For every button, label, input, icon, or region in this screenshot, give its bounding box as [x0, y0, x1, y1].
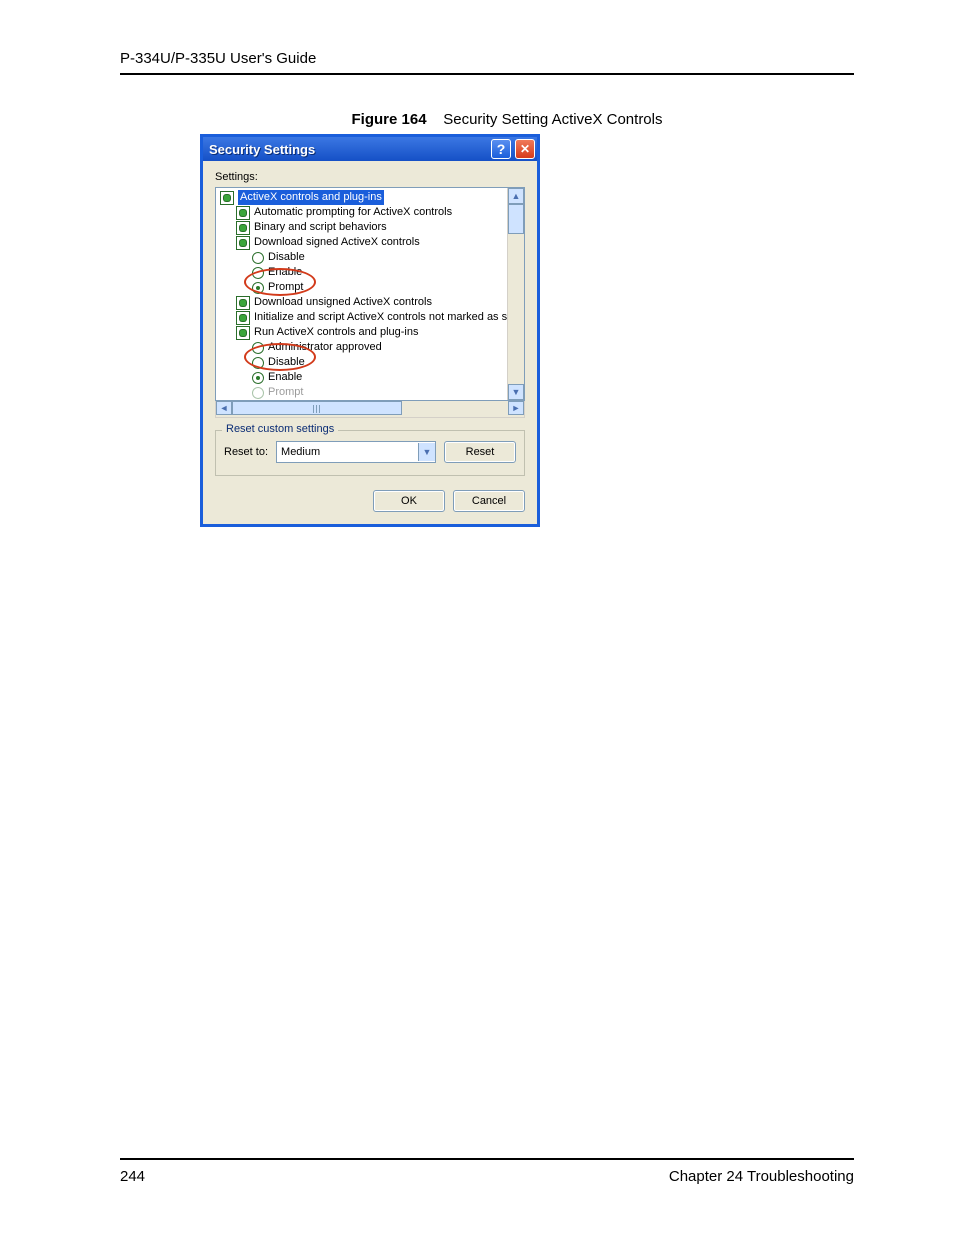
gear-icon	[236, 326, 250, 340]
reset-legend: Reset custom settings	[222, 423, 338, 435]
radio-label: Disable	[268, 355, 305, 370]
running-head: P-334U/P-335U User's Guide	[120, 50, 854, 75]
figure-label: Figure 164	[352, 111, 427, 128]
tree-root-label: ActiveX controls and plug-ins	[238, 190, 384, 205]
settings-tree[interactable]: ActiveX controls and plug-ins Automatic …	[215, 187, 525, 401]
tree-root[interactable]: ActiveX controls and plug-ins	[220, 190, 522, 205]
chapter-label: Chapter 24 Troubleshooting	[669, 1168, 854, 1185]
radio-icon	[252, 357, 264, 369]
close-icon[interactable]: ✕	[515, 139, 535, 159]
titlebar[interactable]: Security Settings ? ✕	[203, 137, 537, 161]
horizontal-scrollbar[interactable]: ◄ ►	[215, 401, 525, 418]
reset-to-label: Reset to:	[224, 446, 268, 458]
radio-icon	[252, 342, 264, 354]
radio-label: Enable	[268, 370, 302, 385]
tree-label: Download signed ActiveX controls	[254, 235, 420, 250]
tree-label: Automatic prompting for ActiveX controls	[254, 205, 452, 220]
security-settings-dialog: Security Settings ? ✕ Settings: ActiveX …	[200, 134, 540, 527]
vertical-scrollbar[interactable]: ▲ ▼	[507, 188, 524, 400]
radio-option-enable[interactable]: Enable	[220, 370, 522, 385]
radio-label: Enable	[268, 265, 302, 280]
radio-option-admin[interactable]: Administrator approved	[220, 340, 522, 355]
radio-label: Prompt	[268, 280, 303, 295]
radio-icon	[252, 372, 264, 384]
figure-title: Security Setting ActiveX Controls	[443, 111, 662, 128]
ok-button[interactable]: OK	[373, 490, 445, 512]
radio-icon	[252, 252, 264, 264]
tree-item[interactable]: Initialize and script ActiveX controls n…	[220, 310, 522, 325]
tree-label: Download unsigned ActiveX controls	[254, 295, 432, 310]
radio-option-enable[interactable]: Enable	[220, 265, 522, 280]
reset-level-select[interactable]: Medium ▼	[276, 441, 436, 463]
cancel-button[interactable]: Cancel	[453, 490, 525, 512]
tree-item[interactable]: Binary and script behaviors	[220, 220, 522, 235]
tree-label: Binary and script behaviors	[254, 220, 387, 235]
radio-option-prompt[interactable]: Prompt	[220, 280, 522, 295]
gear-icon	[236, 221, 250, 235]
tree-item[interactable]: Download signed ActiveX controls	[220, 235, 522, 250]
tree-label: Run ActiveX controls and plug-ins	[254, 325, 418, 340]
radio-option-disable[interactable]: Disable	[220, 250, 522, 265]
radio-label: Disable	[268, 250, 305, 265]
tree-item[interactable]: Run ActiveX controls and plug-ins	[220, 325, 522, 340]
scroll-left-icon[interactable]: ◄	[216, 401, 232, 415]
chevron-down-icon[interactable]: ▼	[418, 443, 435, 461]
radio-option-prompt[interactable]: Prompt	[220, 385, 522, 400]
scroll-right-icon[interactable]: ►	[508, 401, 524, 415]
radio-icon	[252, 267, 264, 279]
radio-label: Administrator approved	[268, 340, 382, 355]
tree-label: Initialize and script ActiveX controls n…	[254, 310, 522, 325]
help-icon[interactable]: ?	[491, 139, 511, 159]
gear-icon	[236, 206, 250, 220]
radio-icon	[252, 282, 264, 294]
scroll-down-icon[interactable]: ▼	[508, 384, 524, 400]
gear-icon	[236, 311, 250, 325]
gear-icon	[236, 236, 250, 250]
radio-icon	[252, 387, 264, 399]
figure-caption: Figure 164 Security Setting ActiveX Cont…	[160, 111, 854, 128]
gear-icon	[220, 191, 234, 205]
reset-custom-group: Reset custom settings Reset to: Medium ▼…	[215, 430, 525, 476]
scroll-up-icon[interactable]: ▲	[508, 188, 524, 204]
reset-level-value: Medium	[281, 446, 320, 458]
radio-label: Prompt	[268, 385, 303, 400]
scroll-thumb[interactable]	[232, 401, 402, 415]
radio-option-disable[interactable]: Disable	[220, 355, 522, 370]
page-footer: 244 Chapter 24 Troubleshooting	[120, 1158, 854, 1185]
tree-item[interactable]: Automatic prompting for ActiveX controls	[220, 205, 522, 220]
page-number: 244	[120, 1168, 145, 1185]
settings-label: Settings:	[215, 171, 525, 183]
reset-button[interactable]: Reset	[444, 441, 516, 463]
dialog-title: Security Settings	[209, 142, 487, 157]
gear-icon	[236, 296, 250, 310]
tree-item[interactable]: Download unsigned ActiveX controls	[220, 295, 522, 310]
scroll-thumb[interactable]	[508, 204, 524, 234]
